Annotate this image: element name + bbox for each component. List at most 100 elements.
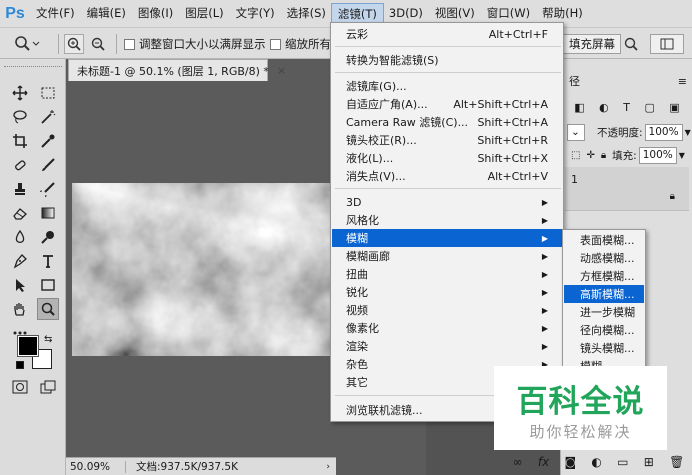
menu-file[interactable]: 文件(F) bbox=[30, 0, 81, 27]
menu-type[interactable]: 文字(Y) bbox=[230, 0, 281, 27]
menu-item-stylize[interactable]: 风格化 ▶ bbox=[332, 211, 562, 229]
submenu-item-motion-blur[interactable]: 动感模糊... bbox=[564, 249, 644, 267]
fill-input[interactable]: 100% bbox=[638, 146, 677, 164]
watermark-subtitle: 助你轻松解决 bbox=[529, 423, 632, 441]
zoom-all-checkbox[interactable]: 缩放所有 bbox=[270, 34, 331, 54]
rectangle-tool[interactable] bbox=[38, 275, 58, 295]
zoom-tool-preset[interactable] bbox=[14, 34, 40, 54]
layer-row-background[interactable]: 🔒︎ bbox=[565, 185, 689, 211]
hand-tool[interactable] bbox=[10, 299, 30, 319]
group-folder-icon[interactable]: ▭ bbox=[617, 455, 628, 469]
swap-colors-icon[interactable]: ⇆ bbox=[44, 334, 52, 345]
zoom-level[interactable]: 50.09% bbox=[66, 460, 126, 473]
menu-item-camera-raw[interactable]: Camera Raw 滤镜(C)... Shift+Ctrl+A bbox=[332, 113, 562, 131]
menu-item-distort[interactable]: 扭曲 ▶ bbox=[332, 265, 562, 283]
trash-icon[interactable]: 🗑︎ bbox=[669, 455, 684, 469]
checkbox-box[interactable] bbox=[270, 38, 281, 50]
foreground-color-swatch[interactable] bbox=[17, 335, 39, 357]
screen-mode-button[interactable] bbox=[38, 377, 58, 397]
type-tool[interactable] bbox=[38, 251, 58, 271]
panel-grip[interactable] bbox=[4, 61, 62, 67]
adjustment-filter-icon[interactable]: ◐ bbox=[599, 101, 609, 114]
submenu-item-gaussian-blur[interactable]: 高斯模糊... bbox=[564, 285, 644, 303]
checkbox-box[interactable] bbox=[124, 38, 135, 50]
search-button[interactable] bbox=[621, 34, 641, 54]
menu-item-sharpen[interactable]: 锐化 ▶ bbox=[332, 283, 562, 301]
menu-item-blur[interactable]: 模糊 ▶ bbox=[332, 229, 562, 247]
resize-windows-checkbox[interactable]: 调整窗口大小以满屏显示 bbox=[124, 34, 266, 54]
document-canvas[interactable] bbox=[72, 183, 330, 356]
status-menu-arrow-icon[interactable]: › bbox=[326, 462, 336, 472]
marquee-tool[interactable] bbox=[38, 83, 58, 103]
lasso-icon bbox=[13, 110, 27, 124]
pen-tool[interactable] bbox=[10, 251, 30, 271]
quick-mask-button[interactable] bbox=[10, 377, 30, 397]
submenu-arrow-icon: ▶ bbox=[541, 215, 548, 225]
magic-wand-tool[interactable] bbox=[38, 107, 58, 127]
zoom-out-button[interactable] bbox=[88, 34, 108, 54]
menu-image[interactable]: 图像(I) bbox=[132, 0, 179, 27]
lasso-tool[interactable] bbox=[10, 107, 30, 127]
history-brush-tool[interactable] bbox=[38, 179, 58, 199]
lock-position-icon[interactable]: ✛ bbox=[586, 150, 594, 161]
menu-edit[interactable]: 编辑(E) bbox=[81, 0, 132, 27]
zoom-tool[interactable] bbox=[37, 298, 59, 320]
brush-tool[interactable] bbox=[38, 155, 58, 175]
gradient-tool[interactable] bbox=[38, 203, 58, 223]
menu-item-filter-gallery[interactable]: 滤镜库(G)... bbox=[332, 77, 562, 95]
blend-mode-select[interactable]: ⌄ bbox=[567, 123, 585, 141]
type-filter-icon[interactable]: T bbox=[623, 101, 630, 114]
workspace-switcher[interactable] bbox=[650, 34, 684, 54]
dodge-tool[interactable] bbox=[38, 227, 58, 247]
fill-screen-button[interactable]: 填充屏幕 bbox=[563, 34, 621, 54]
drop-icon bbox=[15, 229, 25, 243]
layer-mask-icon[interactable]: ◙ bbox=[564, 455, 576, 469]
panel-tab-paths[interactable]: 径 bbox=[569, 73, 580, 89]
menu-item-video[interactable]: 视频 ▶ bbox=[332, 301, 562, 319]
zoom-in-button[interactable] bbox=[64, 34, 84, 54]
submenu-item-surface-blur[interactable]: 表面模糊... bbox=[564, 231, 644, 249]
pixel-filter-icon[interactable]: ◧ bbox=[574, 101, 584, 114]
lock-icon[interactable]: 🔒︎ bbox=[601, 150, 606, 161]
fx-icon[interactable]: fx bbox=[538, 455, 549, 469]
default-colors-icon[interactable] bbox=[16, 361, 24, 369]
menu-item-lens-correction[interactable]: 镜头校正(R)... Shift+Ctrl+R bbox=[332, 131, 562, 149]
eyedropper-tool[interactable] bbox=[38, 131, 58, 151]
menu-item-pixelate[interactable]: 像素化 ▶ bbox=[332, 319, 562, 337]
lock-pixels-icon[interactable]: ⬚ bbox=[571, 150, 580, 161]
move-tool[interactable] bbox=[10, 83, 30, 103]
menu-item-render[interactable]: 渲染 ▶ bbox=[332, 337, 562, 355]
path-selection-tool[interactable] bbox=[10, 275, 30, 295]
menu-item-clouds[interactable]: 云彩 Alt+Ctrl+F bbox=[332, 25, 562, 43]
menu-item-adaptive-wide-angle[interactable]: 自适应广角(A)... Alt+Shift+Ctrl+A bbox=[332, 95, 562, 113]
smart-object-filter-icon[interactable]: ▣ bbox=[669, 101, 679, 114]
menu-item-label: 转换为智能滤镜(S) bbox=[346, 54, 439, 67]
panel-menu-icon[interactable]: ≡ bbox=[678, 75, 687, 88]
eraser-tool[interactable] bbox=[10, 203, 30, 223]
submenu-item-box-blur[interactable]: 方框模糊... bbox=[564, 267, 644, 285]
clone-stamp-tool[interactable] bbox=[10, 179, 30, 199]
menu-item-3d[interactable]: 3D ▶ bbox=[332, 193, 562, 211]
menu-layer[interactable]: 图层(L) bbox=[179, 0, 229, 27]
chevron-down-icon[interactable]: ▼ bbox=[685, 128, 691, 137]
adjustment-layer-icon[interactable]: ◐ bbox=[591, 455, 601, 469]
document-tab[interactable]: 未标题-1 @ 50.1% (图层 1, RGB/8) * × bbox=[68, 59, 286, 81]
chevron-down-icon[interactable]: ▼ bbox=[679, 151, 685, 160]
submenu-item-blur-more[interactable]: 进一步模糊 bbox=[564, 303, 644, 321]
menu-item-blur-gallery[interactable]: 模糊画廊 ▶ bbox=[332, 247, 562, 265]
blur-tool[interactable] bbox=[10, 227, 30, 247]
menu-select[interactable]: 选择(S) bbox=[281, 0, 332, 27]
new-layer-icon[interactable]: ⊞ bbox=[644, 455, 654, 469]
menu-item-liquify[interactable]: 液化(L)... Shift+Ctrl+X bbox=[332, 149, 562, 167]
link-layers-icon[interactable]: ∞ bbox=[513, 455, 523, 469]
submenu-item-lens-blur[interactable]: 镜头模糊... bbox=[564, 339, 644, 357]
healing-brush-tool[interactable] bbox=[10, 155, 30, 175]
opacity-input[interactable]: 100% bbox=[644, 123, 683, 141]
submenu-item-radial-blur[interactable]: 径向模糊... bbox=[564, 321, 644, 339]
menu-filter[interactable]: 滤镜(T) bbox=[330, 2, 384, 25]
shape-filter-icon[interactable]: ▢ bbox=[644, 101, 654, 114]
menu-item-vanishing-point[interactable]: 消失点(V)... Alt+Ctrl+V bbox=[332, 167, 562, 185]
menu-item-convert-smart-filter[interactable]: 转换为智能滤镜(S) bbox=[332, 51, 562, 69]
close-icon[interactable]: × bbox=[277, 64, 286, 77]
crop-tool[interactable] bbox=[10, 131, 30, 151]
